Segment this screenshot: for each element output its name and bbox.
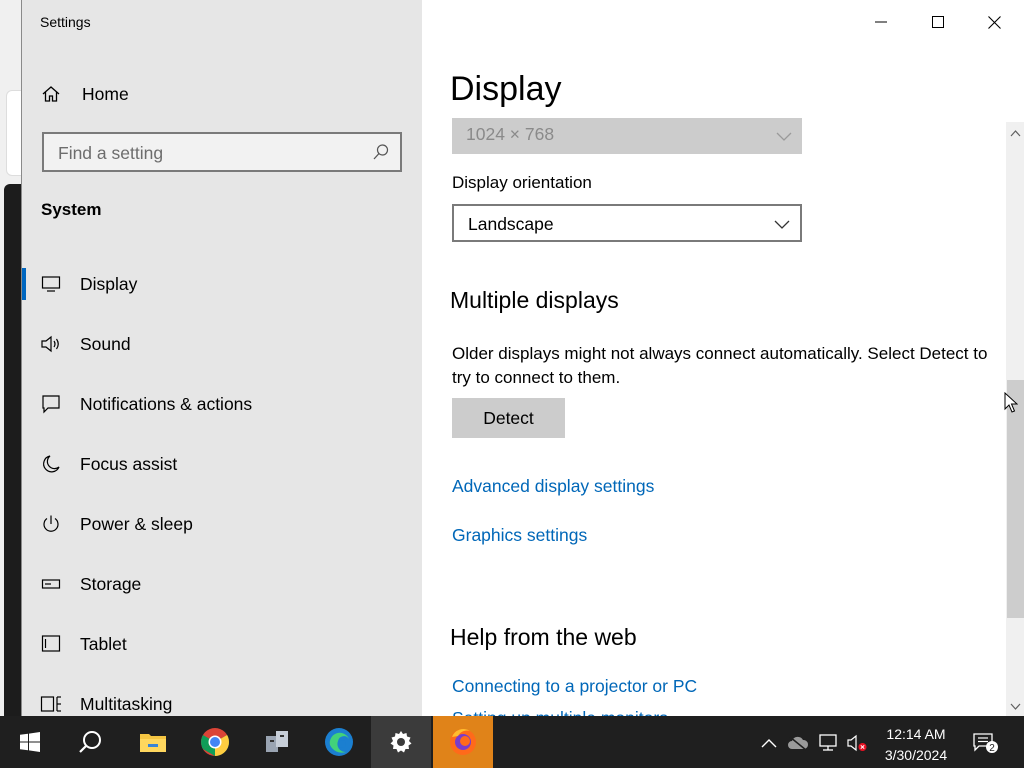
resolution-value: 1024 × 768 bbox=[466, 124, 555, 144]
notification-icon bbox=[40, 393, 62, 415]
maximize-button[interactable] bbox=[909, 0, 966, 44]
home-icon bbox=[40, 83, 62, 105]
sidebar-item-power-sleep[interactable]: Power & sleep bbox=[22, 504, 422, 544]
search-placeholder: Find a setting bbox=[58, 143, 164, 163]
background-window-dark bbox=[4, 184, 22, 716]
taskbar: 12:14 AM 3/30/2024 2 bbox=[0, 716, 1024, 768]
sidebar-item-label: Sound bbox=[80, 333, 131, 354]
system-clock[interactable]: 12:14 AM 3/30/2024 bbox=[872, 724, 960, 766]
sidebar-item-label: Display bbox=[80, 273, 138, 294]
minimize-button[interactable] bbox=[852, 0, 909, 44]
close-icon bbox=[988, 15, 1001, 29]
sidebar: Settings Home Find a setting System Disp… bbox=[22, 0, 422, 716]
sidebar-item-notifications[interactable]: Notifications & actions bbox=[22, 384, 422, 424]
scroll-down-icon[interactable] bbox=[1010, 699, 1021, 710]
taskbar-search-button[interactable] bbox=[60, 716, 120, 768]
file-explorer-button[interactable] bbox=[123, 716, 183, 768]
sidebar-item-label: Tablet bbox=[80, 633, 127, 654]
speaker-icon bbox=[40, 333, 62, 355]
action-center-icon[interactable]: 2 bbox=[972, 732, 1000, 754]
sidebar-item-storage[interactable]: Storage bbox=[22, 564, 422, 604]
settings-window: Settings Home Find a setting System Disp… bbox=[21, 0, 1024, 716]
background-window bbox=[6, 90, 22, 176]
minimize-icon bbox=[874, 21, 887, 23]
notification-count: 2 bbox=[989, 743, 995, 754]
moon-icon bbox=[40, 453, 62, 475]
orientation-label: Display orientation bbox=[452, 173, 592, 192]
detect-button[interactable]: Detect bbox=[452, 398, 565, 438]
edge-button[interactable] bbox=[309, 716, 369, 768]
sidebar-item-tablet[interactable]: Tablet bbox=[22, 624, 422, 664]
main-content: Display 1024 × 768 Display orientation L… bbox=[422, 0, 1024, 716]
firefox-icon bbox=[450, 728, 476, 755]
clock-date: 3/30/2024 bbox=[884, 747, 948, 763]
monitor-icon bbox=[40, 273, 62, 295]
multitasking-icon bbox=[40, 693, 62, 715]
multiple-displays-heading: Multiple displays bbox=[450, 287, 619, 313]
network-app-icon bbox=[266, 731, 288, 752]
chevron-down-icon bbox=[774, 216, 790, 232]
power-icon bbox=[40, 513, 62, 535]
multiple-displays-text: Older displays might not always connect … bbox=[452, 344, 988, 387]
settings-icon bbox=[390, 731, 412, 753]
sidebar-item-label: Notifications & actions bbox=[80, 393, 253, 414]
sidebar-item-label: Power & sleep bbox=[80, 513, 193, 534]
edge-icon bbox=[325, 728, 353, 756]
close-button[interactable] bbox=[966, 0, 1023, 44]
active-indicator bbox=[22, 268, 26, 300]
network-app-button[interactable] bbox=[247, 716, 307, 768]
storage-icon bbox=[40, 573, 62, 595]
search-icon bbox=[79, 731, 101, 753]
chrome-button[interactable] bbox=[185, 716, 245, 768]
sidebar-item-display[interactable]: Display bbox=[22, 264, 422, 304]
app-title: Settings bbox=[40, 14, 91, 30]
sidebar-item-sound[interactable]: Sound bbox=[22, 324, 422, 364]
sidebar-item-label: Focus assist bbox=[80, 453, 178, 474]
page-title: Display bbox=[450, 70, 562, 108]
orientation-value: Landscape bbox=[468, 214, 554, 234]
help-heading: Help from the web bbox=[450, 624, 637, 650]
multiple-monitors-help-link[interactable]: Setting up multiple monitors bbox=[452, 708, 668, 716]
home-label: Home bbox=[82, 83, 129, 104]
desktop-background bbox=[0, 0, 22, 716]
chevron-down-icon bbox=[776, 128, 792, 144]
sidebar-item-label: Storage bbox=[80, 573, 142, 594]
scrollbar[interactable] bbox=[1006, 122, 1024, 716]
graphics-settings-link[interactable]: Graphics settings bbox=[452, 525, 587, 546]
show-hidden-icons-icon[interactable] bbox=[758, 732, 780, 754]
onedrive-icon[interactable] bbox=[787, 732, 809, 754]
scroll-thumb[interactable] bbox=[1007, 380, 1024, 618]
network-icon[interactable] bbox=[817, 732, 839, 754]
search-input[interactable]: Find a setting bbox=[42, 132, 402, 172]
start-button[interactable] bbox=[0, 716, 60, 768]
home-nav[interactable]: Home bbox=[40, 80, 129, 108]
start-icon bbox=[20, 732, 40, 752]
firefox-button[interactable] bbox=[433, 716, 493, 768]
scroll-up-icon[interactable] bbox=[1010, 126, 1021, 137]
clock-time: 12:14 AM bbox=[886, 726, 946, 742]
advanced-display-settings-link[interactable]: Advanced display settings bbox=[452, 476, 654, 497]
search-icon bbox=[372, 143, 390, 161]
orientation-dropdown[interactable]: Landscape bbox=[452, 204, 802, 242]
projector-help-link[interactable]: Connecting to a projector or PC bbox=[452, 676, 697, 697]
sidebar-item-focus-assist[interactable]: Focus assist bbox=[22, 444, 422, 484]
volume-muted-icon[interactable] bbox=[846, 732, 868, 754]
section-title: System bbox=[41, 200, 102, 219]
chrome-icon bbox=[201, 728, 229, 756]
settings-taskbar-button[interactable] bbox=[371, 716, 431, 768]
tablet-icon bbox=[40, 633, 62, 655]
mouse-cursor-icon bbox=[1004, 392, 1018, 413]
file-explorer-icon bbox=[140, 734, 166, 752]
sidebar-item-label: Multitasking bbox=[80, 693, 173, 714]
resolution-dropdown: 1024 × 768 bbox=[452, 118, 802, 154]
maximize-icon bbox=[931, 16, 944, 28]
